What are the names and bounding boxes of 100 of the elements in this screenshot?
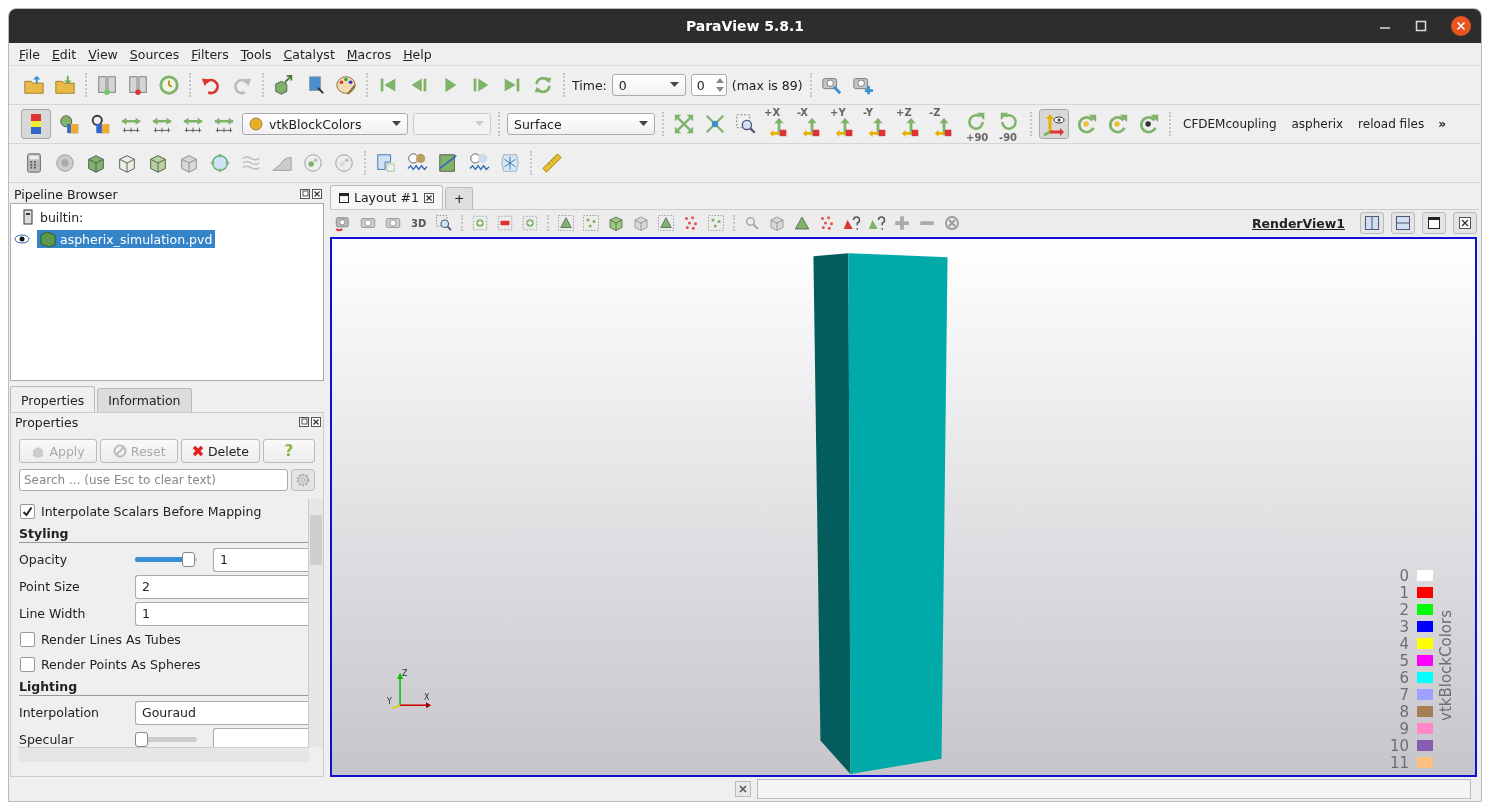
menu-item[interactable]: File — [13, 46, 46, 62]
add-selection-icon[interactable] — [471, 214, 490, 232]
frustum-cells-icon[interactable] — [607, 214, 626, 232]
menu-item[interactable]: Help — [397, 46, 438, 62]
macro-button[interactable]: CFDEMcoupling — [1178, 114, 1282, 134]
menu-item[interactable]: Catalyst — [277, 46, 341, 62]
server-icon — [23, 209, 33, 225]
view-name[interactable]: RenderView1 — [1251, 215, 1345, 231]
layout-tab[interactable]: Layout #1 — [330, 185, 443, 209]
render-view[interactable]: Z Y X 0 1 2 3 4 5 6 7 8 9 10 11 vtkBlockColors — [330, 237, 1477, 777]
macro-button[interactable]: reload files — [1353, 114, 1430, 134]
horizontal-scrollbar[interactable] — [19, 747, 309, 762]
window-title: ParaView 5.8.1 — [685, 18, 805, 34]
split-vertical-button[interactable] — [1391, 212, 1415, 234]
clock-icon[interactable] — [156, 72, 182, 98]
float-icon[interactable] — [299, 417, 309, 427]
query-cells-icon[interactable] — [868, 214, 887, 232]
section-heading: Lighting — [19, 677, 308, 696]
legend-label: 3 — [1399, 617, 1409, 636]
cube-icon — [40, 231, 56, 247]
menu-item[interactable]: View — [82, 46, 124, 62]
eye-icon[interactable] — [14, 234, 30, 244]
close-view-button[interactable] — [1453, 212, 1477, 234]
close-icon — [1459, 217, 1471, 229]
macro-button[interactable]: aspherix — [1286, 114, 1349, 134]
rotate-arrow-icon — [966, 112, 986, 132]
frustum-points-icon[interactable] — [632, 214, 651, 232]
legend-label: 10 — [1389, 736, 1409, 755]
menu-item[interactable]: Sources — [123, 46, 186, 62]
split-horizontal-button[interactable] — [1360, 212, 1384, 234]
panel-tab[interactable]: Properties — [10, 386, 96, 412]
select-cells-icon[interactable] — [557, 214, 576, 232]
slider-thumb[interactable] — [135, 732, 148, 747]
close-icon[interactable] — [1451, 16, 1471, 36]
view-direction-button[interactable]: +X — [764, 108, 792, 140]
checkbox[interactable] — [20, 657, 35, 672]
color-array-dropdown[interactable]: vtkBlockColors — [242, 113, 408, 135]
slider-thumb[interactable] — [181, 552, 195, 567]
delete-button[interactable]: Delete — [181, 439, 260, 463]
search-field[interactable]: Search ... (use Esc to clear text) — [19, 469, 288, 491]
menu-item[interactable]: Edit — [45, 46, 83, 62]
clear-icon[interactable] — [943, 214, 962, 232]
reset-camera-icon[interactable] — [334, 214, 352, 232]
close-icon[interactable] — [423, 192, 434, 203]
cube-icon — [31, 444, 46, 458]
layout-tab[interactable]: + — [444, 187, 474, 209]
checkbox[interactable] — [20, 632, 35, 647]
pipeline-item[interactable]: builtin: — [37, 208, 87, 226]
window-icon — [339, 192, 349, 203]
time-label: Time: — [572, 77, 607, 93]
view-direction-button[interactable]: +Y — [830, 108, 858, 140]
caret-icon — [639, 121, 648, 127]
zoom-box-icon[interactable] — [435, 214, 454, 232]
toolbar-overflow-button[interactable]: » — [1434, 114, 1450, 134]
plus-icon[interactable] — [893, 214, 912, 232]
float-icon[interactable] — [300, 189, 310, 199]
checkbox[interactable] — [20, 504, 35, 519]
axis-label: Z — [402, 668, 408, 678]
clear-button[interactable] — [735, 781, 751, 797]
axes-eye-icon[interactable] — [1039, 109, 1069, 139]
view-direction-button[interactable]: -Z — [929, 108, 957, 140]
caret-icon — [392, 121, 401, 127]
polygon-select-icon[interactable] — [657, 214, 676, 232]
remove-selection-icon[interactable] — [496, 214, 515, 232]
query-points-icon[interactable] — [843, 214, 862, 232]
box-icon[interactable] — [768, 214, 787, 232]
panel-tab[interactable]: Information — [97, 388, 192, 412]
ruler-icon[interactable] — [539, 150, 565, 176]
menu-item[interactable]: Tools — [234, 46, 278, 62]
property-label: Interpolation — [19, 705, 100, 720]
view-direction-button[interactable]: -Y — [863, 108, 891, 140]
value-field[interactable]: 1 — [135, 601, 308, 626]
view-direction-button[interactable]: +Z — [896, 108, 924, 140]
value-field[interactable] — [213, 727, 308, 747]
maximize-button[interactable] — [1422, 212, 1446, 234]
toggle-selection-icon[interactable] — [521, 214, 540, 232]
value-field[interactable]: 1 — [213, 547, 308, 572]
time-dropdown[interactable]: 0 — [611, 74, 686, 96]
value-field[interactable]: 2 — [135, 574, 308, 599]
vertical-scrollbar[interactable] — [308, 499, 323, 747]
timestep-spinbox[interactable]: 0 — [690, 74, 727, 96]
select-points-icon[interactable] — [582, 214, 601, 232]
view-direction-button[interactable]: -X — [797, 108, 825, 140]
rotate-view-button[interactable]: -90 — [995, 108, 1023, 140]
close-icon[interactable] — [311, 417, 321, 427]
representation-dropdown[interactable]: Surface — [507, 113, 655, 135]
pipeline-item[interactable]: aspherix_simulation.pvd — [37, 230, 216, 248]
menu-item[interactable]: Macros — [340, 46, 398, 62]
3d-mode-button[interactable]: 3D — [409, 217, 429, 229]
interpolation-dropdown[interactable]: Gouraud — [135, 700, 308, 725]
maximize-icon[interactable] — [1415, 20, 1427, 32]
triangle-icon[interactable] — [793, 214, 812, 232]
block-select-icon[interactable] — [707, 214, 726, 232]
slider[interactable] — [135, 552, 197, 567]
legend-label: 5 — [1399, 651, 1409, 670]
rotate-view-button[interactable]: +90 — [962, 108, 990, 140]
settings-button[interactable] — [291, 469, 315, 491]
color-bar-icon[interactable] — [21, 109, 51, 139]
close-icon[interactable] — [312, 189, 322, 199]
menu-item[interactable]: Filters — [185, 46, 235, 62]
